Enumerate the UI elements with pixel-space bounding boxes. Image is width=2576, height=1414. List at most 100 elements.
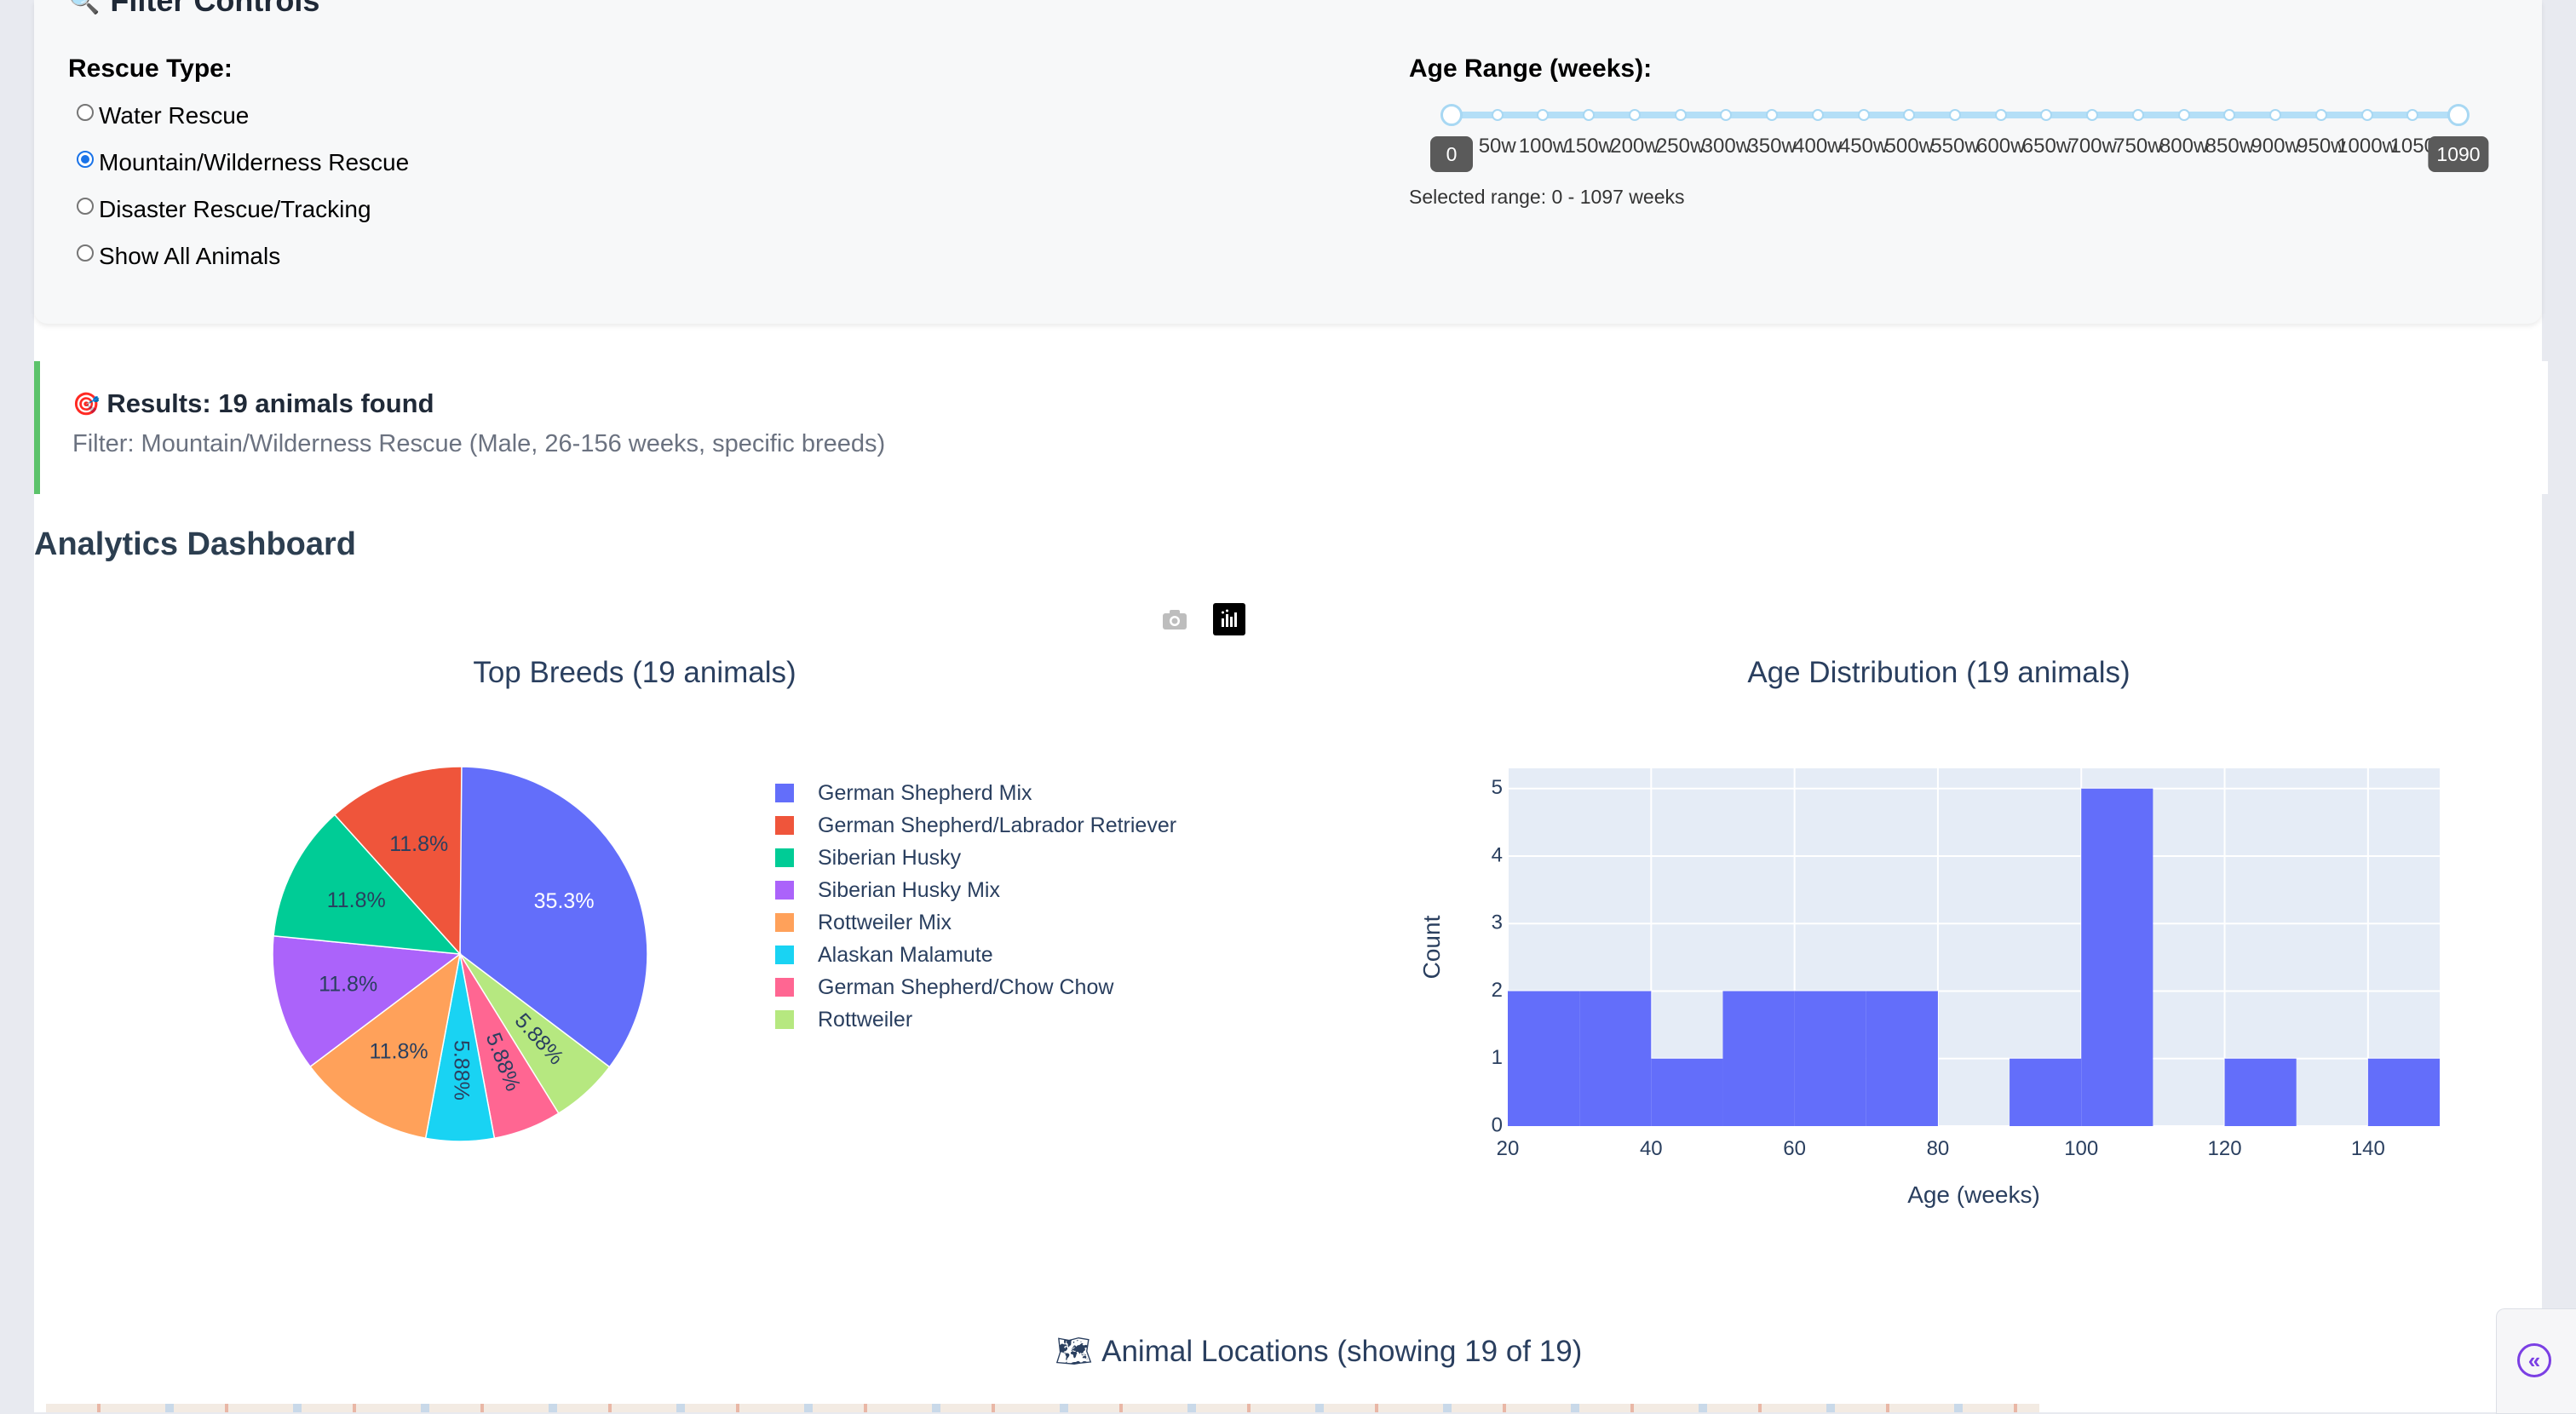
x-axis-label: Age (weeks)	[1907, 1181, 2040, 1208]
slider-mark-label: 900w	[2251, 135, 2300, 158]
pie-slice-label: 11.8%	[370, 1040, 428, 1064]
slider-handle-high[interactable]	[2447, 104, 2470, 126]
legend-item[interactable]: German Shepherd/Labrador Retriever	[775, 809, 1176, 842]
pie-slice-label: 35.3%	[534, 889, 595, 913]
histogram-bar[interactable]	[1651, 1058, 1723, 1126]
legend-label: German Shepherd/Chow Chow	[818, 974, 1114, 999]
plotly-logo-icon[interactable]	[1213, 603, 1245, 635]
slider-mark-dot	[2406, 109, 2419, 121]
slider-mark-label: 550w	[1930, 135, 1980, 158]
legend-label: Rottweiler Mix	[818, 910, 952, 934]
legend-item[interactable]: Rottweiler Mix	[775, 906, 1176, 939]
slider-mark-dot	[1766, 109, 1779, 121]
legend-item[interactable]: German Shepherd Mix	[775, 777, 1176, 809]
histogram-bar[interactable]	[2367, 1058, 2440, 1126]
slider-mark-dot	[1903, 109, 1916, 121]
legend-swatch	[775, 946, 794, 964]
x-tick-label: 140	[2351, 1137, 2385, 1160]
histogram-bar[interactable]	[2081, 788, 2153, 1126]
slider-mark-label: 850w	[2205, 135, 2255, 158]
legend-item[interactable]: Alaskan Malamute	[775, 939, 1176, 971]
legend-item[interactable]: Siberian Husky Mix	[775, 874, 1176, 906]
slider-mark-label: 650w	[2021, 135, 2072, 158]
slider-mark-dot	[1857, 109, 1870, 121]
map-preview-strip[interactable]	[46, 1404, 2039, 1412]
slider-mark-dot	[2131, 109, 2144, 121]
legend-item[interactable]: Rottweiler	[775, 1003, 1176, 1036]
slider-mark-dot	[1674, 109, 1687, 121]
histogram-bar[interactable]	[1722, 991, 1795, 1126]
age-range-label: Age Range (weeks):	[1409, 55, 1653, 83]
histogram-bar[interactable]	[1866, 991, 1938, 1126]
slider-mark-dot	[2040, 109, 2053, 121]
legend-swatch	[775, 881, 794, 900]
radio-label[interactable]: Mountain/Wilderness Rescue	[99, 149, 409, 176]
rescue-option-1[interactable]: Mountain/Wilderness Rescue	[77, 149, 409, 176]
histogram-bar[interactable]	[2224, 1058, 2297, 1126]
filter-panel: 🔍 Filter Controls Rescue Type: Water Res…	[34, 0, 2542, 324]
legend-swatch	[775, 1010, 794, 1029]
y-axis-label: Count	[1418, 915, 1445, 979]
y-tick-label: 1	[1492, 1046, 1503, 1069]
legend-item[interactable]: German Shepherd/Chow Chow	[775, 971, 1176, 1003]
breeds-pie-chart: 35.3%5.88%5.88%5.88%11.8%11.8%11.8%11.8%	[272, 766, 648, 1142]
slider-mark-dot	[1720, 109, 1733, 121]
dashboard-title: Analytics Dashboard	[34, 526, 356, 562]
slider-handle-low[interactable]	[1440, 104, 1463, 126]
x-tick-label: 20	[1497, 1137, 1520, 1160]
radio-label[interactable]: Disaster Rescue/Tracking	[99, 196, 371, 223]
histogram-bar[interactable]	[1579, 991, 1652, 1126]
pie-chart-title: Top Breeds (19 animals)	[473, 656, 796, 689]
radio-label[interactable]: Water Rescue	[99, 102, 249, 129]
x-tick-label: 80	[1927, 1137, 1950, 1160]
rescue-type-label: Rescue Type:	[68, 55, 233, 83]
histogram-bar[interactable]	[1508, 991, 1580, 1126]
legend-swatch	[775, 816, 794, 835]
histogram-bar[interactable]	[1794, 991, 1866, 1126]
double-chevron-left-icon: «	[2517, 1343, 2551, 1377]
slider-mark-dot	[2269, 109, 2282, 121]
legend-swatch	[775, 848, 794, 867]
slider-mark-label: 700w	[2067, 135, 2117, 158]
slider-mark-label: 250w	[1655, 135, 1705, 158]
pie-slice-label: 5.88%	[449, 1040, 473, 1101]
legend-item[interactable]: Siberian Husky	[775, 842, 1176, 874]
histogram-title: Age Distribution (19 animals)	[1747, 656, 2130, 689]
pie-slice-label: 11.8%	[319, 973, 377, 997]
slider-mark-label: 600w	[1976, 135, 2026, 158]
slider-mark-label: 200w	[1610, 135, 1659, 158]
slider-mark-label: 350w	[1747, 135, 1797, 158]
y-tick-label: 4	[1492, 843, 1503, 866]
rescue-option-3[interactable]: Show All Animals	[77, 243, 280, 270]
slider-mark-dot	[1811, 109, 1824, 121]
camera-icon[interactable]	[1159, 603, 1191, 635]
slider-mark-dot	[2177, 109, 2190, 121]
rescue-option-2[interactable]: Disaster Rescue/Tracking	[77, 196, 371, 223]
slider-mark-dot	[1949, 109, 1961, 121]
slider-mark-dot	[1537, 109, 1550, 121]
legend-swatch	[775, 913, 794, 932]
slider-mark-dot	[2360, 109, 2373, 121]
slider-mark-dot	[2086, 109, 2099, 121]
results-summary: 🎯 Results: 19 animals found Filter: Moun…	[34, 361, 2548, 494]
age-histogram: 0 1 2 3 4 5 20 40 60 80 100 120 140 Age (weeks) Count	[1418, 768, 2440, 1208]
legend-label: Rottweiler	[818, 1007, 913, 1032]
pie-legend: German Shepherd Mix German Shepherd/Labra…	[775, 777, 1176, 1036]
radio-button[interactable]	[77, 244, 94, 262]
slider-mark-label: 150w	[1564, 135, 1613, 158]
slider-mark-label: 500w	[1884, 135, 1934, 158]
radio-label[interactable]: Show All Animals	[99, 243, 280, 270]
radio-button[interactable]	[77, 198, 94, 215]
rescue-option-0[interactable]: Water Rescue	[77, 102, 249, 129]
legend-label: Siberian Husky Mix	[818, 877, 1000, 902]
histogram-bar[interactable]	[2010, 1058, 2082, 1126]
slider-mark-dot	[1583, 109, 1596, 121]
results-title: 🎯 Results: 19 animals found	[72, 388, 434, 419]
y-tick-label: 2	[1492, 979, 1503, 1002]
radio-button[interactable]	[77, 104, 94, 121]
sidebar-toggle-button[interactable]: «	[2496, 1308, 2576, 1414]
selected-range-text: Selected range: 0 - 1097 weeks	[1409, 186, 1685, 208]
pie-slice-label: 11.8%	[389, 832, 448, 856]
radio-button[interactable]	[77, 151, 94, 168]
slider-mark-label: 450w	[1838, 135, 1889, 158]
